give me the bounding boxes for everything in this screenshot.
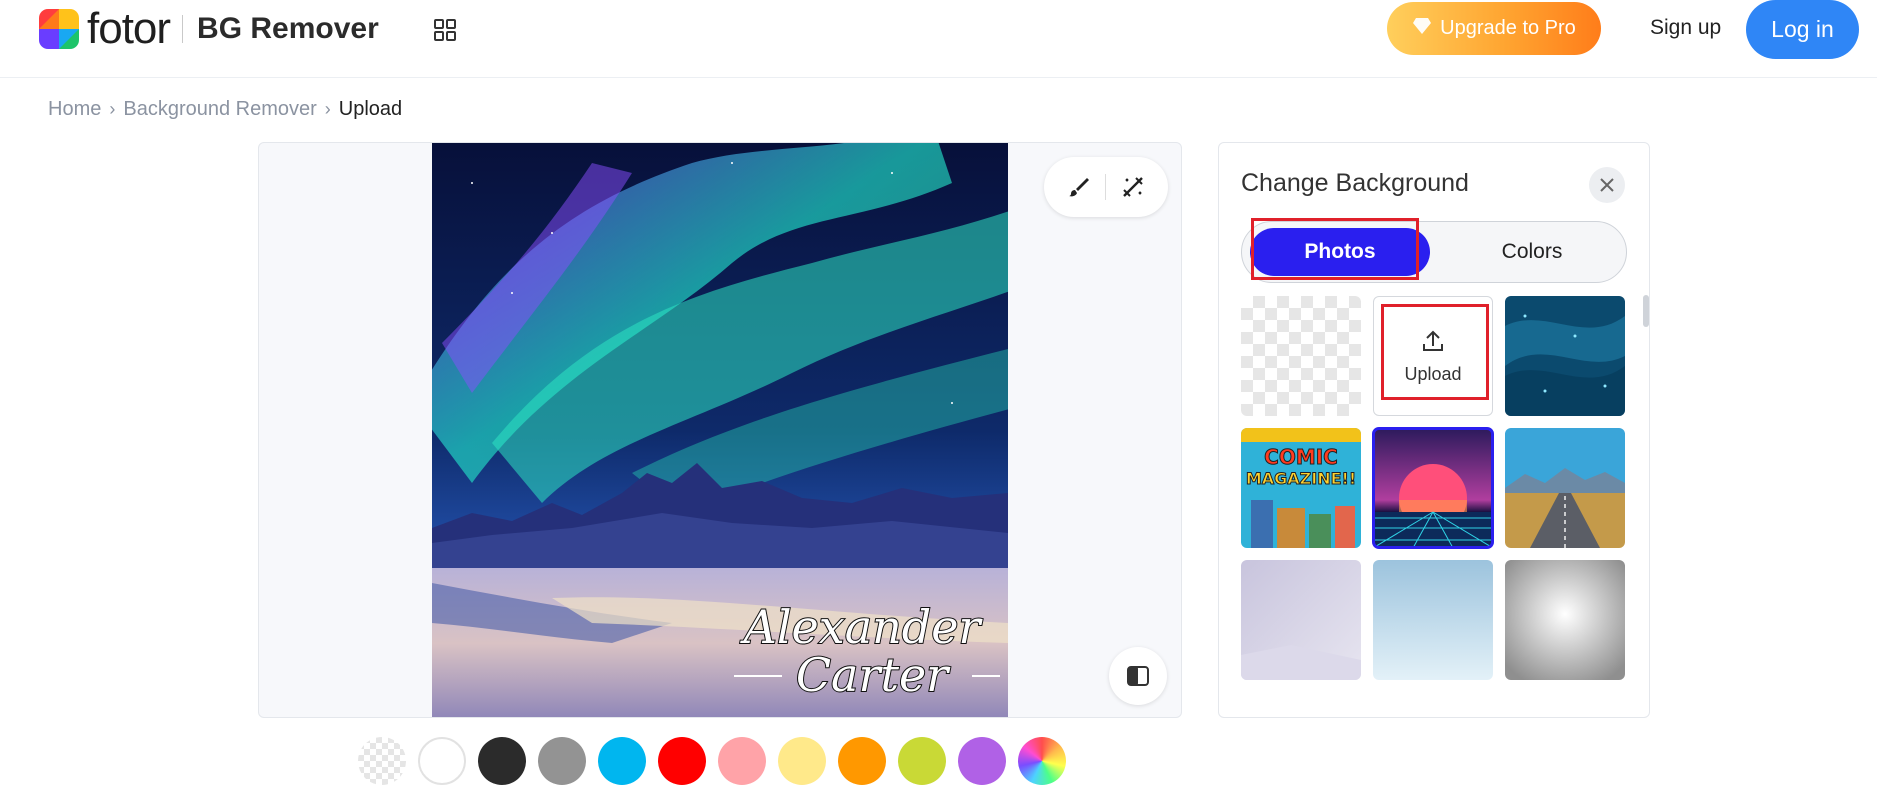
diamond-icon bbox=[1412, 17, 1432, 41]
swatch-pink[interactable] bbox=[718, 737, 766, 785]
editor-canvas-panel: Alexander Carter bbox=[258, 142, 1182, 718]
top-header: fotor BG Remover Upgrade to Pro Sign up … bbox=[0, 0, 1877, 78]
tile-retro-sunset[interactable] bbox=[1372, 427, 1494, 549]
close-icon[interactable] bbox=[1589, 167, 1625, 203]
swatch-white[interactable] bbox=[418, 737, 466, 785]
upgrade-label: Upgrade to Pro bbox=[1440, 17, 1576, 39]
breadcrumb: Home › Background Remover › Upload bbox=[48, 98, 402, 121]
swatch-red[interactable] bbox=[658, 737, 706, 785]
swatch-gray[interactable] bbox=[538, 737, 586, 785]
chevron-right-icon: › bbox=[109, 99, 116, 119]
tile-white-gray-radial[interactable] bbox=[1505, 560, 1625, 680]
swatch-black[interactable] bbox=[478, 737, 526, 785]
upgrade-to-pro-button[interactable]: Upgrade to Pro bbox=[1387, 2, 1601, 55]
breadcrumb-background-remover[interactable]: Background Remover bbox=[123, 98, 316, 121]
swatch-lime[interactable] bbox=[898, 737, 946, 785]
signature-line-1: Alexander bbox=[740, 600, 984, 654]
breadcrumb-home[interactable]: Home bbox=[48, 98, 101, 121]
panel-scrollbar[interactable] bbox=[1643, 295, 1649, 327]
change-background-panel: Change Background Photos Colors Upload C… bbox=[1218, 142, 1650, 718]
swatch-purple[interactable] bbox=[958, 737, 1006, 785]
logo-divider bbox=[182, 15, 184, 43]
background-color-swatches bbox=[358, 737, 1066, 785]
compare-icon[interactable] bbox=[1109, 647, 1167, 705]
edit-tools bbox=[1044, 157, 1168, 217]
panel-title: Change Background bbox=[1241, 169, 1469, 197]
tab-photos[interactable]: Photos bbox=[1250, 228, 1430, 276]
fotor-logo[interactable]: fotor BG Remover bbox=[39, 6, 379, 52]
tile-transparent[interactable] bbox=[1241, 296, 1361, 416]
tile-light-blue-gradient[interactable] bbox=[1373, 560, 1493, 680]
tab-colors[interactable]: Colors bbox=[1442, 228, 1622, 276]
aurora-photo: Alexander Carter bbox=[432, 143, 1008, 717]
upload-label: Upload bbox=[1404, 363, 1462, 384]
tile-comic-magazine[interactable]: COMIC MAGAZINE!! bbox=[1241, 428, 1361, 548]
magic-wand-icon[interactable] bbox=[1117, 171, 1149, 203]
product-name: BG Remover bbox=[197, 12, 379, 45]
chevron-right-icon: › bbox=[324, 99, 331, 119]
swatch-light-yellow[interactable] bbox=[778, 737, 826, 785]
upload-icon bbox=[1420, 328, 1446, 354]
swatch-transparent[interactable] bbox=[358, 737, 406, 785]
swatch-sky-blue[interactable] bbox=[598, 737, 646, 785]
fotor-logo-icon bbox=[39, 9, 79, 49]
grid-apps-icon[interactable] bbox=[434, 19, 456, 41]
tile-mountain-road[interactable] bbox=[1505, 428, 1625, 548]
tile-blue-sparkle[interactable] bbox=[1505, 296, 1625, 416]
swatch-orange[interactable] bbox=[838, 737, 886, 785]
tile-lavender-room[interactable] bbox=[1241, 560, 1361, 680]
sign-up-link[interactable]: Sign up bbox=[1650, 16, 1721, 40]
upload-background-button[interactable]: Upload bbox=[1373, 296, 1493, 416]
background-grid: Upload COMIC MAGAZINE!! bbox=[1241, 296, 1627, 692]
comic-title-2: MAGAZINE!! bbox=[1246, 469, 1356, 488]
tool-divider bbox=[1105, 174, 1107, 200]
breadcrumb-current: Upload bbox=[338, 98, 403, 120]
comic-title-1: COMIC bbox=[1264, 445, 1338, 469]
background-tabs: Photos Colors bbox=[1241, 221, 1627, 283]
signature-line-2: Carter bbox=[796, 648, 951, 702]
brush-icon[interactable] bbox=[1063, 171, 1095, 203]
log-in-button[interactable]: Log in bbox=[1746, 0, 1859, 59]
logo-wordmark: fotor bbox=[87, 4, 171, 53]
swatch-rainbow[interactable] bbox=[1018, 737, 1066, 785]
